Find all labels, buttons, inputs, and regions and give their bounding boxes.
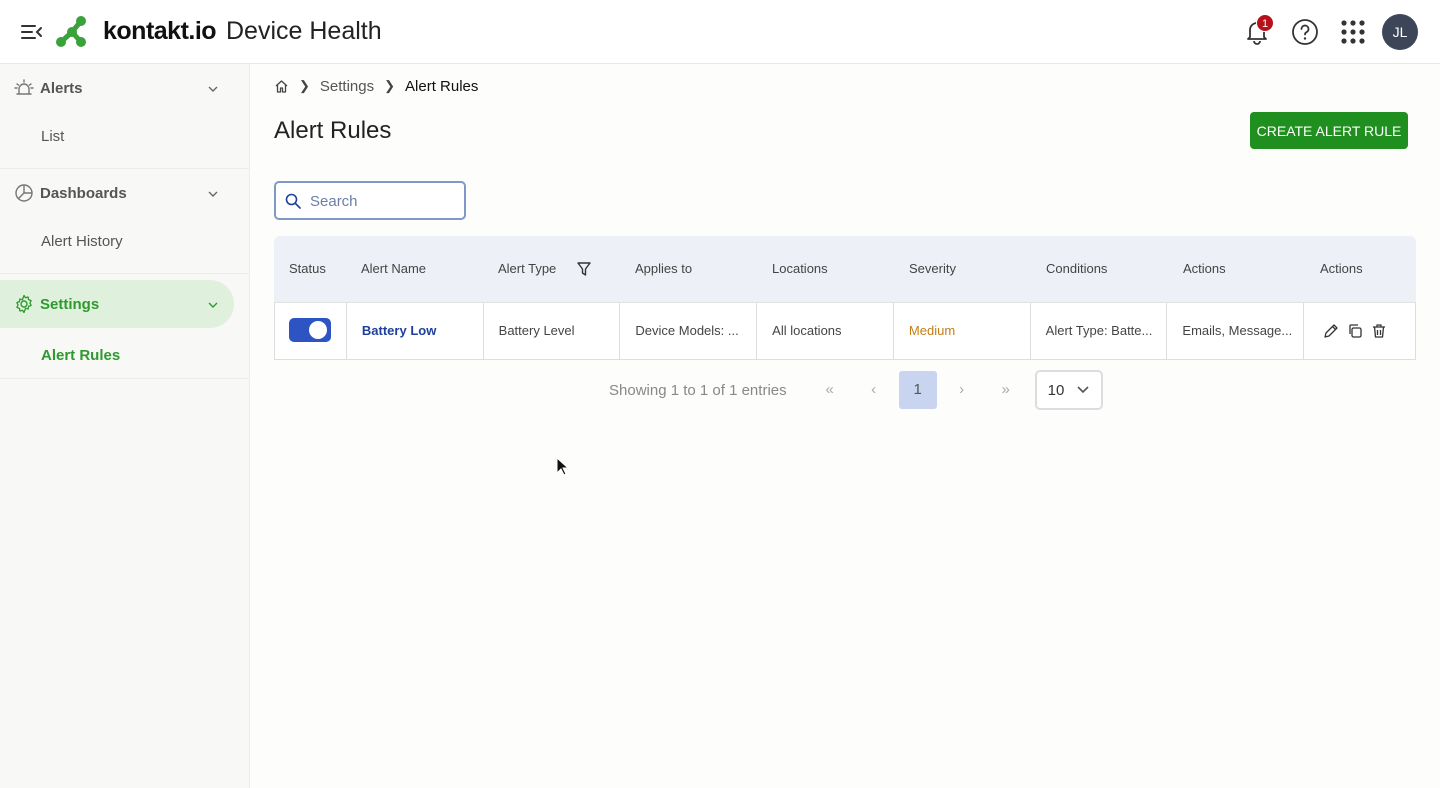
sidebar-section-dashboards: Dashboards Alert History xyxy=(0,169,249,274)
first-page-button[interactable]: « xyxy=(811,371,849,409)
help-icon[interactable] xyxy=(1291,18,1319,46)
collapse-menu-icon[interactable] xyxy=(20,20,44,44)
column-header-alert-name[interactable]: Alert Name xyxy=(346,236,483,302)
chevron-down-icon xyxy=(1077,386,1089,394)
sidebar-section-alerts: Alerts List xyxy=(0,64,249,169)
home-icon[interactable] xyxy=(274,79,289,94)
column-header-severity[interactable]: Severity xyxy=(894,236,1031,302)
cell-applies-to: Device Models: ... xyxy=(620,303,758,359)
sidebar-subitem-alert-rules[interactable]: Alert Rules xyxy=(41,347,120,364)
column-header-status[interactable]: Status xyxy=(274,236,346,302)
page-size-select[interactable]: 10 xyxy=(1034,370,1103,410)
sidebar: Alerts List Dashboards Alert History Set… xyxy=(0,64,250,788)
next-page-button[interactable]: › xyxy=(943,371,981,409)
column-header-conditions[interactable]: Conditions xyxy=(1031,236,1168,302)
column-header-actions[interactable]: Actions xyxy=(1168,236,1305,302)
kontakt-logo-icon xyxy=(56,16,86,47)
sidebar-item-label: Alerts xyxy=(40,80,83,97)
chevron-right-icon: ❯ xyxy=(299,78,310,93)
chevron-down-icon xyxy=(208,302,218,308)
sidebar-subitem-alert-history[interactable]: Alert History xyxy=(41,233,123,250)
filter-icon[interactable] xyxy=(576,261,592,277)
last-page-button[interactable]: » xyxy=(987,371,1025,409)
dashboard-icon xyxy=(15,184,33,202)
column-header-applies-to[interactable]: Applies to xyxy=(620,236,757,302)
cell-alert-type: Battery Level xyxy=(484,303,621,359)
cell-locations: All locations xyxy=(757,303,894,359)
sidebar-item-dashboards[interactable]: Dashboards xyxy=(0,169,234,217)
table-row: Battery Low Battery Level Device Models:… xyxy=(274,302,1416,360)
breadcrumb: ❯ Settings ❯ Alert Rules xyxy=(274,76,478,96)
product-name: Device Health xyxy=(226,17,382,45)
cell-actions: Emails, Message... xyxy=(1167,303,1305,359)
column-header-locations[interactable]: Locations xyxy=(757,236,894,302)
search-input[interactable] xyxy=(310,191,460,211)
duplicate-icon[interactable] xyxy=(1347,323,1363,339)
cell-severity: Medium xyxy=(894,303,1031,359)
column-header-row-actions: Actions xyxy=(1320,261,1363,276)
cell-status xyxy=(275,303,347,359)
apps-grid-icon[interactable] xyxy=(1339,18,1367,46)
table-header: Status Alert Name Alert Type Applies to … xyxy=(274,236,1416,302)
user-avatar[interactable]: JL xyxy=(1382,14,1418,50)
sidebar-item-settings[interactable]: Settings xyxy=(0,280,234,328)
sidebar-item-label: Settings xyxy=(40,296,100,313)
sidebar-item-alerts[interactable]: Alerts xyxy=(0,64,234,112)
delete-icon[interactable] xyxy=(1371,323,1387,339)
toggle-knob xyxy=(309,321,327,339)
brand-name: kontakt.io xyxy=(103,17,217,45)
cell-alert-name: Battery Low xyxy=(347,303,484,359)
sidebar-section-settings: Settings Alert Rules xyxy=(0,274,249,379)
search-box xyxy=(274,181,466,220)
gear-icon xyxy=(16,294,32,314)
chevron-right-icon: ❯ xyxy=(384,78,396,93)
sidebar-item-label: Dashboards xyxy=(40,185,127,202)
pagination-summary: Showing 1 to 1 of 1 entries xyxy=(609,381,787,399)
cell-row-actions xyxy=(1304,303,1415,359)
notification-count-badge: 1 xyxy=(1256,14,1274,32)
chevron-down-icon xyxy=(208,191,218,197)
top-header: kontakt.io Device Health 1 JL xyxy=(0,0,1440,64)
page-size-value: 10 xyxy=(1047,382,1065,399)
severity-value: Medium xyxy=(908,323,956,338)
create-alert-rule-button[interactable]: CREATE ALERT RULE xyxy=(1250,112,1408,149)
edit-icon[interactable] xyxy=(1323,323,1339,339)
chevron-down-icon xyxy=(208,86,218,92)
prev-page-button[interactable]: ‹ xyxy=(855,371,893,409)
page-number-button[interactable]: 1 xyxy=(898,371,937,409)
search-icon xyxy=(285,193,301,209)
pagination: Showing 1 to 1 of 1 entries « ‹ 1 › » 10 xyxy=(609,370,1103,410)
sidebar-subitem-list[interactable]: List xyxy=(41,128,64,145)
column-header-label: Alert Type xyxy=(498,261,557,276)
breadcrumb-current: Alert Rules xyxy=(405,77,479,95)
column-header-alert-type[interactable]: Alert Type xyxy=(483,236,620,302)
cell-conditions: Alert Type: Batte... xyxy=(1031,303,1168,359)
status-toggle[interactable] xyxy=(289,318,331,342)
alarm-icon xyxy=(14,79,34,95)
alert-rules-table: Status Alert Name Alert Type Applies to … xyxy=(274,236,1416,360)
breadcrumb-settings[interactable]: Settings xyxy=(320,78,374,95)
mouse-cursor-icon xyxy=(556,457,570,476)
page-title: Alert Rules xyxy=(274,117,392,144)
alert-name-link[interactable]: Battery Low xyxy=(362,323,436,338)
